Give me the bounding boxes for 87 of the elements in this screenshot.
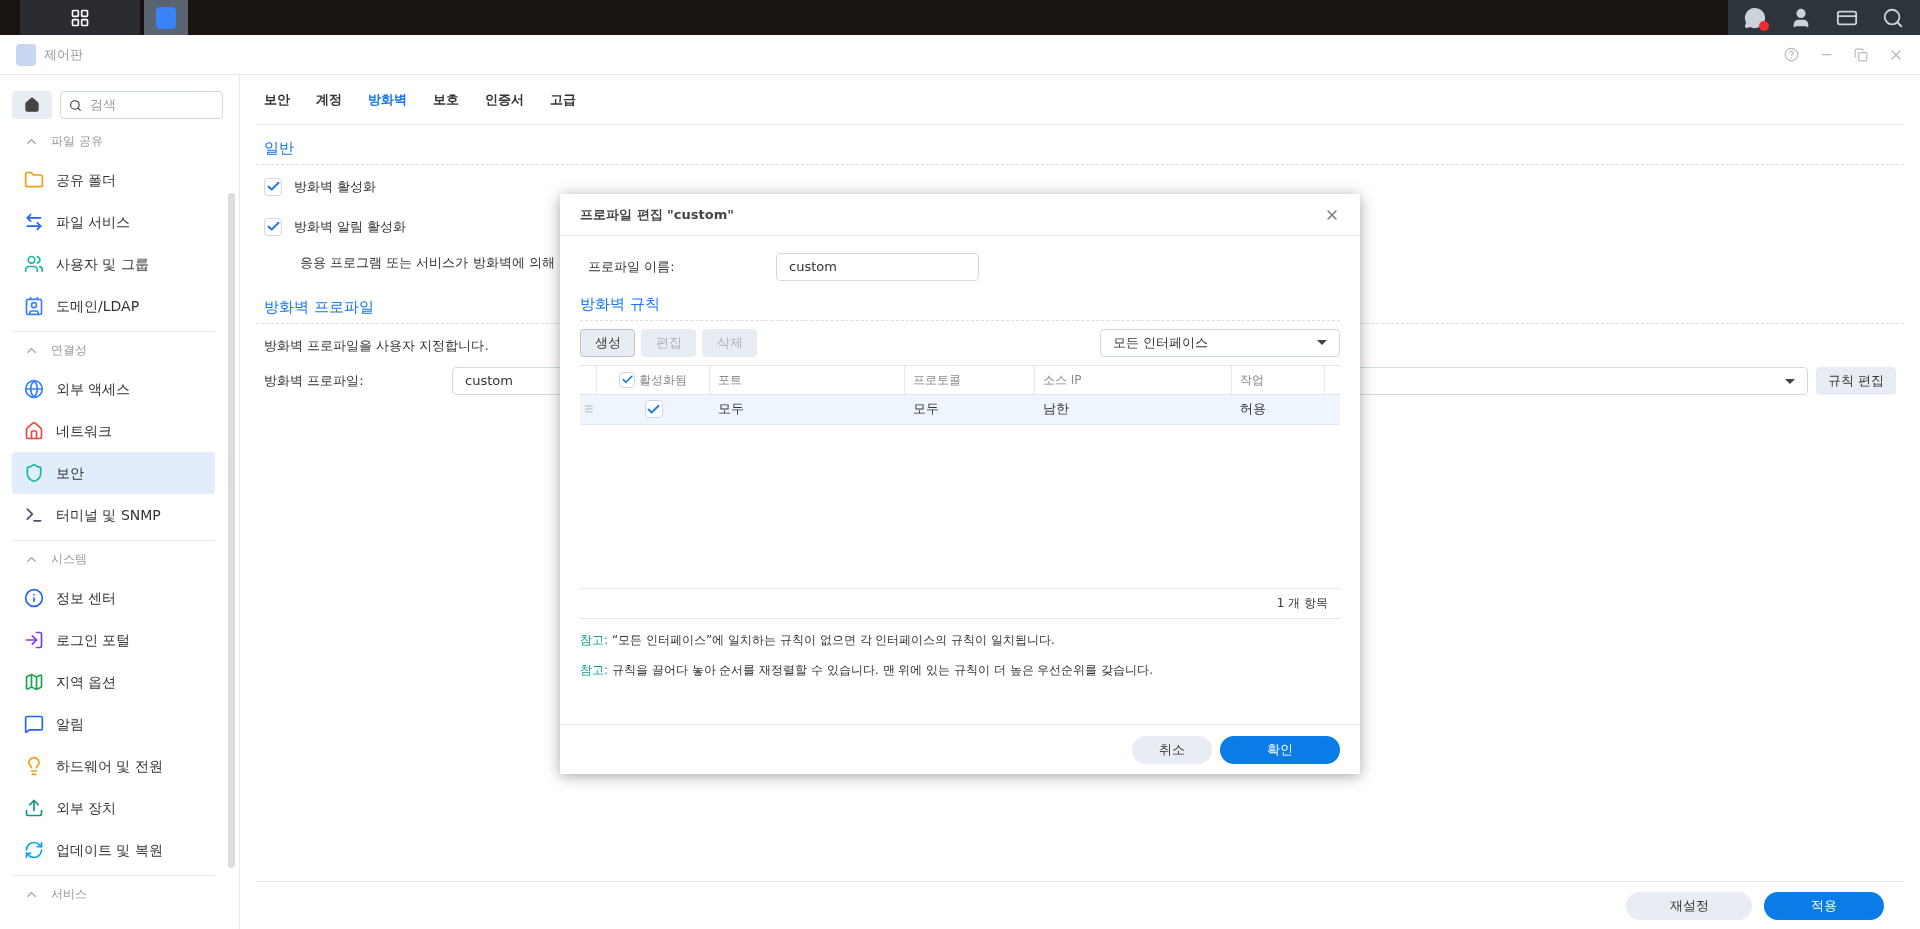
profile-name-field[interactable]: custom	[776, 253, 979, 281]
column-header: 포트	[710, 365, 905, 394]
tab[interactable]: 보호	[433, 89, 459, 110]
table-cell-text: 모두	[912, 400, 940, 419]
tab[interactable]: 고급	[550, 89, 576, 110]
search-box[interactable]: 검색	[60, 91, 223, 119]
sidebar-item[interactable]: 네트워크	[12, 410, 215, 452]
checkbox[interactable]	[264, 177, 282, 196]
section-title: 서비스	[51, 886, 87, 903]
table-cell-text: 모두	[717, 400, 745, 419]
column-header: 활성화됨	[639, 371, 687, 389]
table-cell-text: 남한	[1042, 400, 1070, 419]
sidebar-item[interactable]: 보안	[12, 452, 215, 494]
upload-icon	[24, 798, 44, 818]
item-count: 1 개 항목	[1276, 595, 1328, 612]
apply-button[interactable]: 적용	[1764, 891, 1884, 920]
toolbar-button[interactable]: 생성	[580, 328, 635, 357]
note-text: “모든 인터페이스”에 일치하는 규칙이 없으면 각 인터페이스의 규칙이 일치됩니다.	[612, 631, 1055, 649]
search-field[interactable]: 검색	[89, 95, 214, 115]
refresh-icon	[24, 840, 44, 860]
dropdown-caret-icon	[1317, 340, 1327, 345]
cancel-button[interactable]: 취소	[1132, 735, 1212, 764]
note-text: 규칙을 끌어다 놓아 순서를 재정렬할 수 있습니다. 맨 위에 있는 규칙이 더 높은 우선순위를 갖습니다.	[612, 661, 1154, 679]
note-prefix: 참고:	[580, 661, 609, 679]
ok-button[interactable]: 확인	[1220, 735, 1340, 764]
drag-handle-icon[interactable]	[583, 404, 594, 414]
search-icon[interactable]	[1882, 6, 1904, 29]
arrows-icon	[24, 212, 44, 232]
checkbox-label: 방화벽 활성화	[294, 177, 377, 196]
home-icon	[24, 97, 40, 113]
login-icon	[24, 630, 44, 650]
contact-card-icon	[24, 296, 44, 316]
checkbox[interactable]	[264, 217, 282, 236]
sidebar-item[interactable]: 사용자 및 그룹	[12, 243, 215, 285]
folder-icon	[24, 170, 44, 190]
sidebar-item[interactable]: 외부 장치	[12, 787, 215, 829]
checkbox[interactable]	[619, 371, 635, 388]
search-icon	[69, 97, 82, 113]
edit-rules-button[interactable]: 규칙 편집	[1815, 367, 1896, 395]
sidebar-item[interactable]: 공유 폴더	[12, 159, 215, 201]
sidebar-item[interactable]: 도메인/LDAP	[12, 285, 215, 327]
checkbox-label: 방화벽 알림 활성화	[294, 217, 407, 236]
sidebar-item[interactable]: 업데이트 및 복원	[12, 829, 215, 871]
column-header: 프로토콜	[905, 365, 1035, 394]
column-header: 소스 IP	[1035, 365, 1232, 394]
shield-icon	[24, 463, 44, 483]
sidebar-item[interactable]: 파일 서비스	[12, 201, 215, 243]
field-label: 방화벽 프로파일:	[264, 372, 365, 391]
reset-button[interactable]: 재설정	[1626, 891, 1752, 920]
message-icon	[24, 714, 44, 734]
terminal-icon	[24, 505, 44, 525]
sidebar-item[interactable]: 알림	[12, 703, 215, 745]
dropdown-caret-icon	[1784, 378, 1795, 384]
column-header: 작업	[1232, 365, 1325, 394]
tab[interactable]: 방화벽	[368, 89, 407, 110]
info-icon	[24, 588, 44, 608]
scrollbar[interactable]	[228, 193, 235, 868]
sidebar-item[interactable]: 정보 센터	[12, 577, 215, 619]
home-button[interactable]	[12, 91, 52, 119]
tab[interactable]: 보안	[264, 89, 290, 110]
sidebar-item[interactable]: 로그인 포털	[12, 619, 215, 661]
chat-icon[interactable]	[1744, 6, 1766, 29]
dialog-title: 프로파일 편집 "custom"	[580, 205, 734, 224]
house-icon	[24, 421, 44, 441]
section-title: 파일 공유	[51, 133, 103, 150]
section-title: 시스템	[51, 551, 87, 568]
window-title: 제어판	[44, 45, 83, 64]
checkbox[interactable]	[644, 400, 663, 418]
rule-row[interactable]: 모두 모두 남한 허용	[580, 394, 1340, 425]
globe-icon	[24, 379, 44, 399]
tab[interactable]: 계정	[316, 89, 342, 110]
description-text: 방화벽 프로파일을 사용자 지정합니다.	[263, 336, 490, 355]
table-cell-text: 허용	[1239, 400, 1267, 419]
sidebar-item[interactable]: 하드웨어 및 전원	[12, 745, 215, 787]
sidebar-item[interactable]: 터미널 및 SNMP	[12, 494, 215, 536]
sidebar-item[interactable]: 지역 옵션	[12, 661, 215, 703]
apps-grid-icon[interactable]	[20, 0, 140, 35]
section-title: 연결성	[51, 342, 87, 359]
tab[interactable]: 인증서	[485, 89, 524, 110]
users-icon	[24, 254, 44, 274]
map-icon	[24, 672, 44, 692]
note-prefix: 참고:	[580, 631, 609, 649]
section-title: 방화벽 규칙	[580, 281, 1340, 321]
interface-dropdown[interactable]: 모든 인터페이스	[1100, 328, 1340, 357]
section-title: 일반	[256, 125, 1904, 165]
note-text: 응용 프로그램 또는 서비스가 방화벽에 의해	[299, 253, 555, 272]
sidebar-item[interactable]: 외부 액세스	[12, 368, 215, 410]
